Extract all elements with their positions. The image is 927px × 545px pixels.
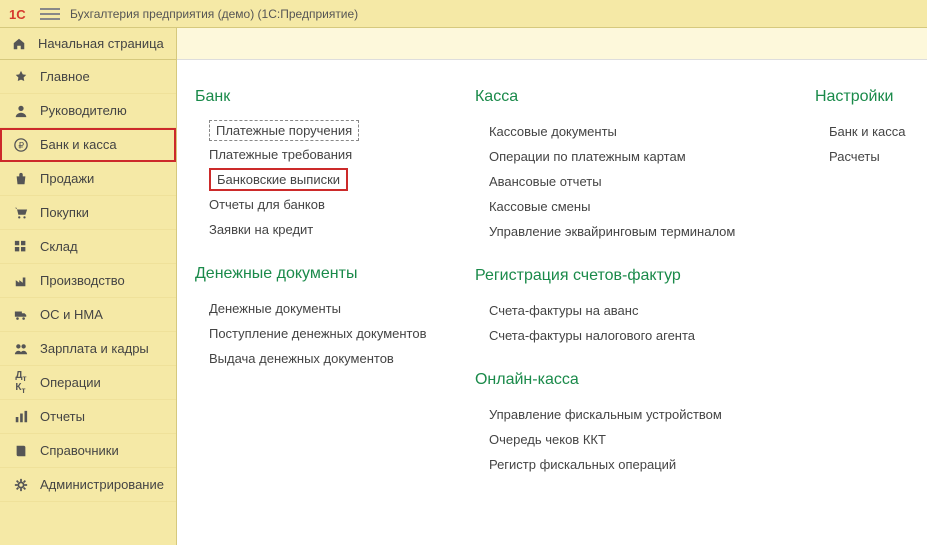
dtkt-icon: ДтКт [12, 374, 30, 392]
section-title[interactable]: Онлайн-касса [475, 371, 775, 389]
sidebar-item-label: Руководителю [40, 103, 127, 118]
section: Настройки Банк и кассаРасчеты [815, 88, 927, 168]
gear-icon [12, 476, 30, 494]
user-icon [12, 102, 30, 120]
menu-item[interactable]: Счета-фактуры на аванс [489, 299, 639, 322]
cart-icon [12, 204, 30, 222]
menu-item[interactable]: Заявки на кредит [209, 218, 313, 241]
content-area: Банк Платежные порученияПлатежные требова… [177, 28, 927, 545]
titlebar: 1C Бухгалтерия предприятия (демо) (1С:Пр… [0, 0, 927, 28]
menu-item[interactable]: Поступление денежных документов [209, 322, 427, 345]
column-1: Касса Кассовые документыОперации по плате… [475, 88, 775, 478]
sidebar-item-label: Справочники [40, 443, 119, 458]
menu-item[interactable]: Кассовые смены [489, 195, 590, 218]
sidebar-item-5[interactable]: Склад [0, 230, 176, 264]
column-2: Настройки Банк и кассаРасчеты [815, 88, 927, 478]
menu-item[interactable]: Счета-фактуры налогового агента [489, 324, 695, 347]
menu-item[interactable]: Очередь чеков ККТ [489, 428, 606, 451]
sidebar-item-label: Склад [40, 239, 78, 254]
chart-icon [12, 408, 30, 426]
sidebar-item-label: Покупки [40, 205, 89, 220]
sidebar-item-9[interactable]: ДтКт Операции [0, 366, 176, 400]
sidebar-item-label: Производство [40, 273, 125, 288]
window-title: Бухгалтерия предприятия (демо) (1С:Предп… [70, 7, 358, 21]
burger-icon[interactable] [40, 4, 60, 24]
section: Банк Платежные порученияПлатежные требова… [195, 88, 435, 241]
menu-item[interactable]: Управление фискальным устройством [489, 403, 722, 426]
menu-item[interactable]: Выдача денежных документов [209, 347, 394, 370]
factory-icon [12, 272, 30, 290]
sidebar-item-7[interactable]: ОС и НМА [0, 298, 176, 332]
sidebar-item-6[interactable]: Производство [0, 264, 176, 298]
section-title[interactable]: Регистрация счетов-фактур [475, 267, 775, 285]
people-icon [12, 340, 30, 358]
menu-item[interactable]: Кассовые документы [489, 120, 617, 143]
section-title[interactable]: Касса [475, 88, 775, 106]
sidebar-item-label: Операции [40, 375, 101, 390]
book-icon [12, 442, 30, 460]
section: Онлайн-касса Управление фискальным устрой… [475, 371, 775, 476]
menu-item[interactable]: Авансовые отчеты [489, 170, 602, 193]
menu-item[interactable]: Банк и касса [829, 120, 906, 143]
menu-item[interactable]: Регистр фискальных операций [489, 453, 676, 476]
sidebar-item-label: Продажи [40, 171, 94, 186]
section: Регистрация счетов-фактур Счета-фактуры н… [475, 267, 775, 347]
sidebar-item-0[interactable]: Главное [0, 60, 176, 94]
menu-item[interactable]: Денежные документы [209, 297, 341, 320]
section-title[interactable]: Настройки [815, 88, 927, 106]
sidebar-item-label: ОС и НМА [40, 307, 103, 322]
sidebar-item-label: Главное [40, 69, 90, 84]
section-title[interactable]: Банк [195, 88, 435, 106]
menu-item[interactable]: Отчеты для банков [209, 193, 325, 216]
home-label: Начальная страница [38, 36, 164, 51]
sidebar-item-label: Администрирование [40, 477, 164, 492]
sidebar-item-4[interactable]: Покупки [0, 196, 176, 230]
home-button[interactable]: Начальная страница [0, 28, 176, 60]
sidebar-item-label: Отчеты [40, 409, 85, 424]
menu-item[interactable]: Расчеты [829, 145, 880, 168]
sidebar-item-1[interactable]: Руководителю [0, 94, 176, 128]
bag-icon [12, 170, 30, 188]
svg-text:₽: ₽ [18, 140, 24, 150]
sidebar-item-3[interactable]: Продажи [0, 162, 176, 196]
sidebar-item-2[interactable]: ₽ Банк и касса [0, 128, 176, 162]
sidebar: Начальная страница Главное Руководителю ₽ Б… [0, 28, 177, 545]
section: Денежные документыДенежные документыПост… [195, 265, 435, 370]
sidebar-item-12[interactable]: Администрирование [0, 468, 176, 502]
sidebar-item-label: Банк и касса [40, 137, 117, 152]
tabstrip [177, 28, 927, 60]
app-logo-icon: 1C [8, 5, 32, 23]
section: Касса Кассовые документыОперации по плате… [475, 88, 775, 243]
section-title[interactable]: Денежные документы [195, 265, 435, 283]
home-icon [10, 35, 28, 53]
sidebar-item-11[interactable]: Справочники [0, 434, 176, 468]
menu-item[interactable]: Управление эквайринговым терминалом [489, 220, 735, 243]
ruble-icon: ₽ [12, 136, 30, 154]
menu-item[interactable]: Платежные поручения [209, 120, 359, 141]
column-0: Банк Платежные порученияПлатежные требова… [195, 88, 435, 478]
sidebar-item-label: Зарплата и кадры [40, 341, 149, 356]
truck-icon [12, 306, 30, 324]
menu-item[interactable]: Операции по платежным картам [489, 145, 686, 168]
svg-text:1C: 1C [9, 7, 26, 22]
sidebar-item-10[interactable]: Отчеты [0, 400, 176, 434]
grid-icon [12, 238, 30, 256]
menu-item[interactable]: Платежные требования [209, 143, 352, 166]
menu-item[interactable]: Банковские выписки [209, 168, 348, 191]
star-icon [12, 68, 30, 86]
sidebar-item-8[interactable]: Зарплата и кадры [0, 332, 176, 366]
